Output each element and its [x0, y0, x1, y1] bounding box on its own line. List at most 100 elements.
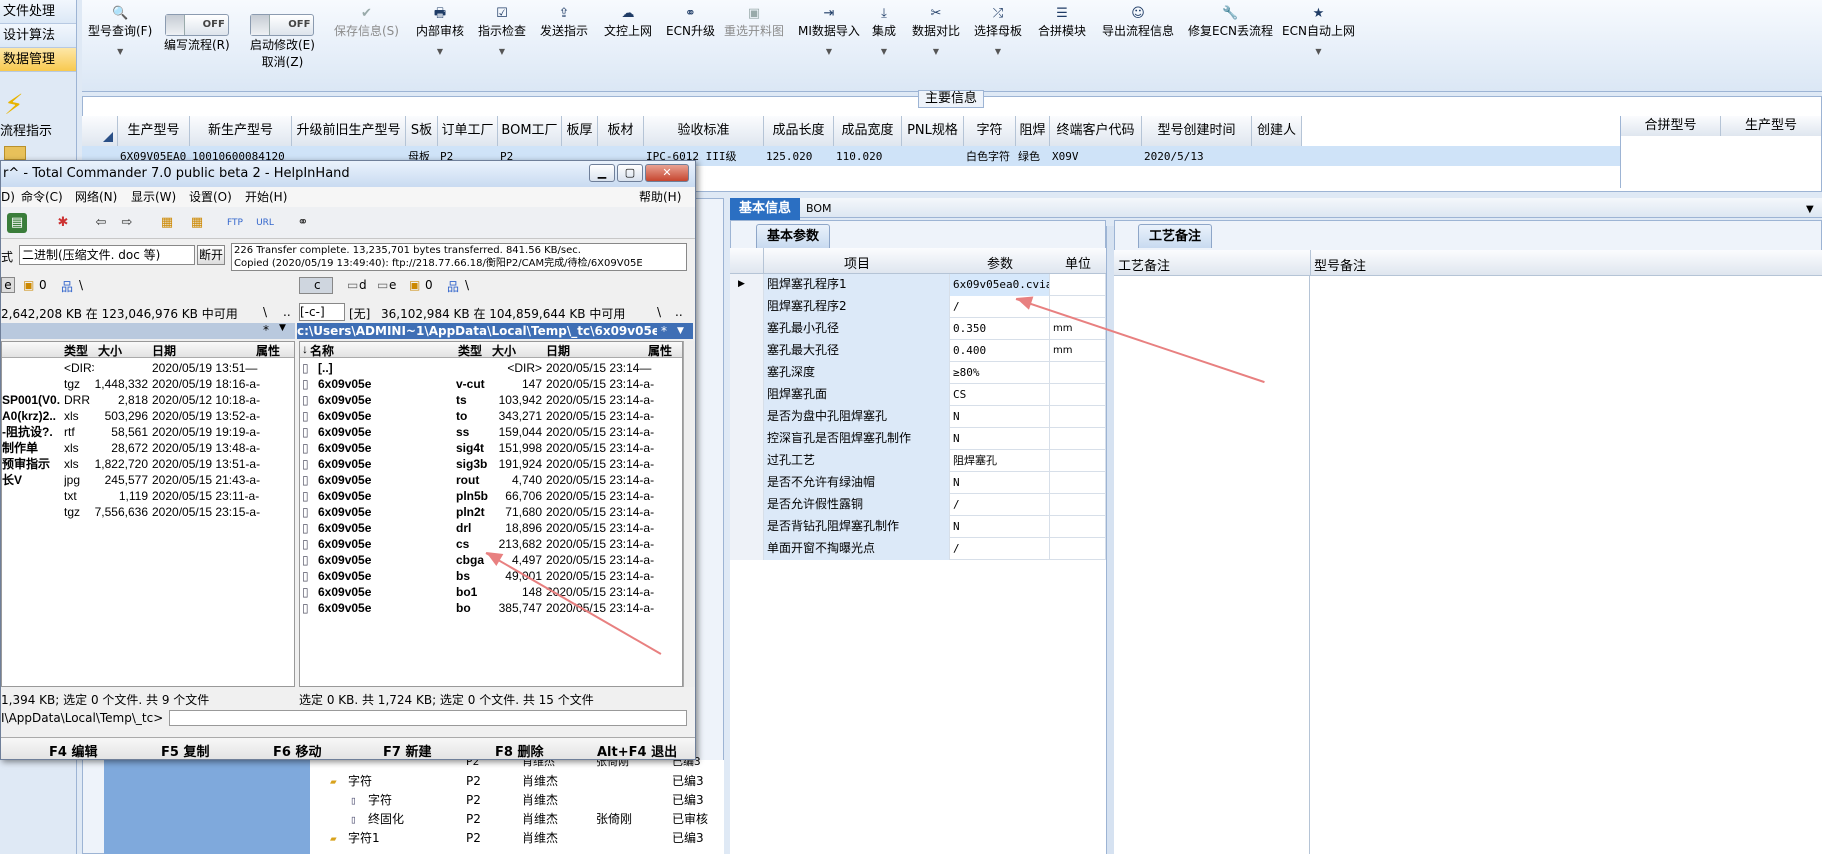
splitter[interactable] [1106, 226, 1114, 854]
forward-icon[interactable]: ⇨ [117, 213, 137, 233]
altf4-exit-button[interactable]: Alt+F4 退出 [597, 741, 677, 760]
tree-item[interactable]: ▯ 字符 P2 肖维杰 已编3 [310, 791, 724, 810]
f6-move-button[interactable]: F6 移动 [273, 741, 321, 760]
drive-0-button[interactable]: 0 [39, 278, 47, 292]
column-header[interactable]: 新生产型号 [190, 116, 292, 146]
column-header[interactable]: 板材 [598, 116, 644, 146]
star-icon[interactable]: * [263, 323, 269, 337]
list-item[interactable]: ▯ 6x09v05e bo1 148 2020/05/15 23:14-a- [300, 584, 682, 600]
list-item[interactable]: ▯ 6x09v05e to 343,271 2020/05/15 23:14-a- [300, 408, 682, 424]
row-selector[interactable] [730, 428, 764, 450]
mi-import-button[interactable]: ⇥ MI数据导入 ▼ [798, 6, 860, 56]
table-row[interactable]: 是否允许假性露铜 / [730, 494, 1106, 516]
menu-item-network[interactable]: 网络(N) [75, 187, 117, 207]
magic-icon[interactable]: ✱ [53, 213, 73, 233]
table-row[interactable]: 是否为盘中孔阻焊塞孔 N [730, 406, 1106, 428]
nav-flow-label[interactable]: 流程指示 [0, 120, 52, 139]
left-path-bar[interactable]: * ▼ [1, 323, 295, 339]
table-cell[interactable] [904, 147, 964, 166]
integrate-button[interactable]: ⤓ 集成 ▼ [872, 6, 896, 56]
table-row[interactable]: 是否背钻孔阻焊塞孔制作 N [730, 516, 1106, 538]
table-cell[interactable]: 2020/5/13 [1144, 147, 1252, 166]
list-item[interactable]: ▯6x09v05ebs49,0012020/05/15 23:14-a- [300, 568, 682, 584]
column-header[interactable]: 成品长度 [764, 116, 834, 146]
column-header[interactable]: 终端客户代码 [1050, 116, 1142, 146]
model-query-button[interactable]: 🔍 型号查询(F) ▼ [88, 6, 152, 56]
row-selector[interactable] [730, 318, 764, 340]
menu-item-command[interactable]: 命令(C) [21, 187, 63, 207]
f5-copy-button[interactable]: F5 复制 [161, 741, 209, 760]
list-item[interactable]: 预审指示 xls 1,822,720 2020/05/19 13:51-a- [2, 456, 294, 472]
list-item[interactable]: 长V jpg 245,577 2020/05/15 21:43-a- [2, 472, 294, 488]
column-header[interactable]: 验收标准 [644, 116, 764, 146]
row-selector[interactable] [730, 340, 764, 362]
param-value[interactable]: ≥80% [950, 362, 1050, 384]
param-value[interactable]: 0.350 [950, 318, 1050, 340]
table-cell[interactable] [1254, 147, 1302, 166]
row-selector[interactable] [730, 538, 764, 560]
col-size[interactable]: 大小 [98, 342, 122, 359]
parent-link[interactable]: .. [283, 305, 291, 319]
row-selector[interactable] [730, 406, 764, 428]
start-modify-switch[interactable]: OFF [250, 14, 315, 36]
param-value[interactable]: 0.400 [950, 340, 1050, 362]
column-header[interactable]: 字符 [964, 116, 1016, 146]
internal-review-button[interactable]: 🖶 内部审核 ▼ [416, 6, 464, 56]
list-item[interactable]: ▯ 6x09v05e ts 103,942 2020/05/15 23:14-a- [300, 392, 682, 408]
tree-item[interactable]: ▰ 字符 P2 肖维杰 已编3 [310, 772, 724, 791]
col-type[interactable]: 类型 [458, 342, 482, 359]
command-input[interactable] [169, 710, 687, 726]
drive-e-button[interactable]: e [389, 278, 396, 292]
binoculars-icon[interactable]: ⚭ [293, 213, 313, 233]
list-item[interactable]: -阻抗设?. rtf 58,561 2020/05/19 19:19-a- [2, 424, 294, 440]
table-cell[interactable]: X09V [1052, 147, 1142, 166]
tab-process-notes[interactable]: 工艺备注 [1138, 224, 1213, 248]
list-item[interactable]: ▯ 6x09v05e pln5b 66,706 2020/05/15 23:14-a- [300, 488, 682, 504]
star-icon[interactable]: * [661, 323, 667, 339]
column-header[interactable]: 板厚 [562, 116, 598, 146]
scrollbar[interactable] [683, 341, 695, 687]
menu-item-settings[interactable]: 设置(O) [189, 187, 232, 207]
param-value[interactable]: 6x09v05ea0.cvia [950, 274, 1050, 296]
save-info-button[interactable]: ✔ 保存信息(S) [334, 6, 399, 39]
tree-item[interactable]: ▰ 字符1 P2 肖维杰 已编3 [310, 829, 724, 848]
col-date[interactable]: 日期 [152, 342, 176, 359]
drive-c-button[interactable]: c [299, 277, 333, 294]
nav-item-file[interactable]: 文件处理 [0, 0, 76, 24]
param-value[interactable]: / [950, 494, 1050, 516]
network-icon[interactable]: 品 [447, 278, 459, 295]
close-icon[interactable]: ✕ [645, 164, 689, 182]
export-flow-button[interactable]: ☺ 导出流程信息 [1102, 6, 1174, 39]
row-selector[interactable] [730, 362, 764, 384]
col-date[interactable]: 日期 [546, 342, 570, 359]
chevron-down-icon[interactable]: ▼ [1806, 204, 1814, 215]
table-row[interactable]: ▶ 阻焊塞孔程序1 6x09v05ea0.cvia [730, 274, 1106, 296]
tab-bom[interactable]: BOM [806, 198, 832, 220]
start-modify-toggle[interactable]: OFF 启动修改(E) 取消(Z) [250, 6, 315, 70]
instruction-check-button[interactable]: ☑ 指示检查 ▼ [478, 6, 526, 56]
table-row[interactable]: 塞孔最小孔径 0.350 mm [730, 318, 1106, 340]
row-selector[interactable]: ▶ [730, 274, 764, 296]
table-row[interactable]: 过孔工艺 阻焊塞孔 [730, 450, 1106, 472]
table-row[interactable]: 塞孔最大孔径 0.400 mm [730, 340, 1106, 362]
tc-titlebar[interactable]: r^ - Total Commander 7.0 public beta 2 -… [1, 161, 695, 187]
list-item[interactable]: ▯ 6x09v05e bo 385,747 2020/05/15 23:14-a- [300, 600, 682, 616]
transfer-mode-select[interactable]: 二进制(压缩文件. doc 等) [19, 245, 195, 265]
nav-item-design[interactable]: 设计算法 [0, 24, 76, 48]
table-row[interactable]: 阻焊塞孔程序2/ [730, 296, 1106, 318]
list-item[interactable]: ▯ 6x09v05e v-cut 147 2020/05/15 23:14-a- [300, 376, 682, 392]
unpack-icon[interactable]: ▦ [187, 213, 207, 233]
menu-item[interactable]: D) [1, 187, 15, 207]
row-selector[interactable] [730, 472, 764, 494]
row-selector[interactable] [730, 450, 764, 472]
row-selector[interactable] [730, 296, 764, 318]
doc-online-button[interactable]: ☁ 文控上网 [604, 6, 652, 39]
row-selector[interactable] [730, 494, 764, 516]
parent-link[interactable]: .. [675, 305, 683, 319]
maximize-icon[interactable]: ▢ [617, 164, 643, 182]
column-header[interactable]: 创建人 [1252, 116, 1302, 146]
param-value[interactable]: N [950, 472, 1050, 494]
table-row[interactable]: 控深盲孔是否阻焊塞孔制作 N [730, 428, 1106, 450]
dropdown-arrow-icon[interactable]: ▼ [677, 323, 684, 339]
row-selector[interactable] [730, 516, 764, 538]
